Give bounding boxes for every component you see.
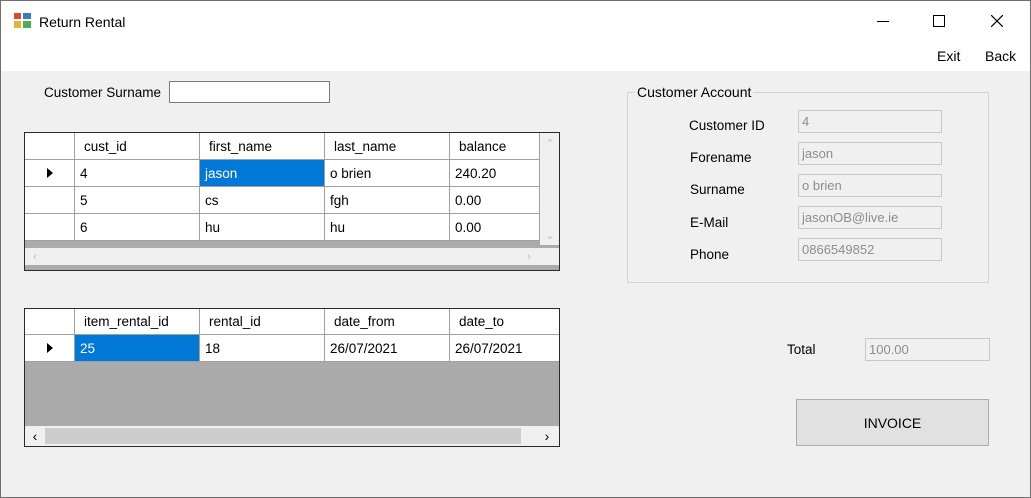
- row-header[interactable]: [25, 214, 75, 241]
- vertical-scrollbar[interactable]: ⌃ ⌄: [540, 133, 559, 245]
- column-header-date-to[interactable]: date_to: [450, 309, 559, 335]
- customer-surname-label: Customer Surname: [44, 85, 162, 100]
- surname-field[interactable]: o brien: [798, 174, 942, 197]
- scroll-left-icon[interactable]: ‹: [27, 248, 43, 265]
- close-button[interactable]: [969, 1, 1025, 41]
- total-field[interactable]: 100.00: [865, 338, 990, 361]
- email-field[interactable]: jasonOB@live.ie: [798, 206, 942, 229]
- scroll-thumb[interactable]: [45, 428, 521, 444]
- table-cell-selected[interactable]: jason: [200, 160, 325, 187]
- horizontal-scrollbar[interactable]: ‹ ›: [25, 426, 559, 446]
- minimize-button[interactable]: [855, 1, 911, 41]
- app-icon: [14, 13, 31, 28]
- scroll-down-icon[interactable]: ⌄: [540, 227, 559, 243]
- menu-back[interactable]: Back: [985, 48, 1016, 64]
- window-title: Return Rental: [39, 14, 126, 30]
- surname-label: Surname: [690, 182, 745, 197]
- table-cell[interactable]: 26/07/2021: [325, 335, 450, 362]
- customers-grid[interactable]: cust_id first_name last_name balance 4 j…: [24, 132, 560, 271]
- row-header-selected[interactable]: [25, 160, 75, 187]
- column-header-cust-id[interactable]: cust_id: [75, 133, 200, 160]
- scroll-up-icon[interactable]: ⌃: [540, 135, 559, 151]
- customer-id-field[interactable]: 4: [798, 110, 942, 133]
- minimize-icon: [877, 21, 889, 22]
- column-header-first-name[interactable]: first_name: [200, 133, 325, 160]
- phone-label: Phone: [690, 247, 730, 262]
- corner-header-cell: [25, 133, 75, 160]
- table-cell[interactable]: 5: [75, 187, 200, 214]
- invoice-button[interactable]: INVOICE: [796, 399, 989, 446]
- title-bar: Return Rental: [1, 1, 1030, 41]
- close-icon: [991, 15, 1003, 27]
- table-cell[interactable]: hu: [325, 214, 450, 241]
- customer-id-label: Customer ID: [689, 118, 765, 133]
- column-header-item-rental-id[interactable]: item_rental_id: [75, 309, 200, 335]
- horizontal-scrollbar[interactable]: ‹ ›: [25, 248, 559, 265]
- table-cell[interactable]: cs: [200, 187, 325, 214]
- current-row-arrow-icon: [46, 343, 53, 353]
- scroll-right-icon[interactable]: ›: [539, 426, 555, 446]
- menu-exit[interactable]: Exit: [937, 48, 960, 64]
- corner-header-cell: [25, 309, 75, 335]
- column-header-last-name[interactable]: last_name: [325, 133, 450, 160]
- column-header-date-from[interactable]: date_from: [325, 309, 450, 335]
- table-cell[interactable]: fgh: [325, 187, 450, 214]
- row-header[interactable]: [25, 187, 75, 214]
- scroll-right-icon[interactable]: ›: [521, 248, 537, 265]
- column-header-balance[interactable]: balance: [450, 133, 540, 160]
- email-label: E-Mail: [690, 215, 729, 230]
- table-cell[interactable]: hu: [200, 214, 325, 241]
- total-label: Total: [787, 342, 816, 357]
- forename-field[interactable]: jason: [798, 142, 942, 165]
- column-header-rental-id[interactable]: rental_id: [200, 309, 325, 335]
- table-cell[interactable]: 240.20: [450, 160, 540, 187]
- table-cell[interactable]: 0.00: [450, 214, 540, 241]
- return-rental-window: Return Rental Exit Back Customer Surname…: [0, 0, 1031, 498]
- menu-bar: Exit Back: [1, 41, 1030, 71]
- table-cell[interactable]: 0.00: [450, 187, 540, 214]
- current-row-arrow-icon: [46, 168, 53, 178]
- maximize-icon: [933, 15, 945, 27]
- rentals-grid[interactable]: item_rental_id rental_id date_from date_…: [24, 308, 560, 447]
- row-header-selected[interactable]: [25, 335, 75, 362]
- table-cell[interactable]: 6: [75, 214, 200, 241]
- table-cell[interactable]: 4: [75, 160, 200, 187]
- phone-field[interactable]: 0866549852: [798, 238, 942, 261]
- scroll-left-icon[interactable]: ‹: [27, 426, 43, 446]
- table-cell[interactable]: 26/07/2021: [450, 335, 559, 362]
- table-cell[interactable]: 18: [200, 335, 325, 362]
- maximize-button[interactable]: [911, 1, 967, 41]
- customer-account-title: Customer Account: [635, 84, 754, 100]
- table-cell-selected[interactable]: 25: [75, 335, 200, 362]
- forename-label: Forename: [690, 150, 752, 165]
- table-cell[interactable]: o brien: [325, 160, 450, 187]
- customer-surname-input[interactable]: [169, 81, 330, 103]
